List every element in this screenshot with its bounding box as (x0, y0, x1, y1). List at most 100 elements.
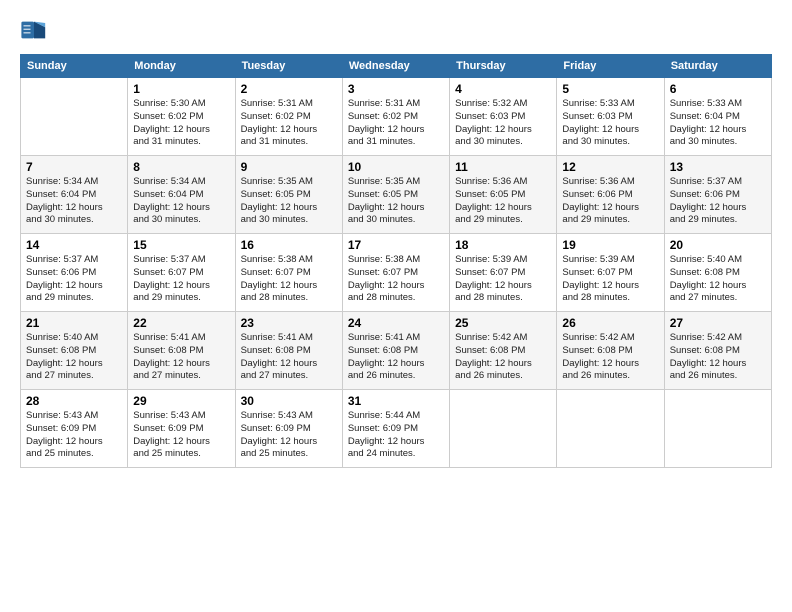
day-number: 2 (241, 82, 337, 96)
calendar-cell: 25Sunrise: 5:42 AM Sunset: 6:08 PM Dayli… (450, 312, 557, 390)
day-info: Sunrise: 5:43 AM Sunset: 6:09 PM Dayligh… (241, 410, 337, 461)
day-info: Sunrise: 5:41 AM Sunset: 6:08 PM Dayligh… (348, 332, 444, 383)
calendar-cell: 11 Sunrise: 5:36 AM Sunset: 6:05 PM Dayli… (450, 156, 557, 234)
calendar-cell: 3 Sunrise: 5:31 AM Sunset: 6:02 PM Daylig… (342, 78, 449, 156)
calendar-cell: 23 Sunrise: 5:41 AM Sunset: 6:08 PM Dayli… (235, 312, 342, 390)
calendar-cell (664, 390, 771, 468)
calendar-cell: 31Sunrise: 5:44 AM Sunset: 6:09 PM Dayli… (342, 390, 449, 468)
calendar-cell: 4 Sunrise: 5:32 AM Sunset: 6:03 PM Daylig… (450, 78, 557, 156)
day-info: Sunrise: 5:31 AM Sunset: 6:02 PM Dayligh… (348, 98, 444, 149)
day-number: 18 (455, 238, 551, 252)
day-info: Sunrise: 5:42 AM Sunset: 6:08 PM Dayligh… (670, 332, 766, 383)
col-header-tuesday: Tuesday (235, 55, 342, 78)
col-header-thursday: Thursday (450, 55, 557, 78)
calendar-cell: 9 Sunrise: 5:35 AM Sunset: 6:05 PM Daylig… (235, 156, 342, 234)
calendar-cell (557, 390, 664, 468)
day-number: 16 (241, 238, 337, 252)
day-info: Sunrise: 5:36 AM Sunset: 6:06 PM Dayligh… (562, 176, 658, 227)
day-number: 31 (348, 394, 444, 408)
day-number: 8 (133, 160, 229, 174)
calendar-cell: 12 Sunrise: 5:36 AM Sunset: 6:06 PM Dayli… (557, 156, 664, 234)
day-info: Sunrise: 5:38 AM Sunset: 6:07 PM Dayligh… (241, 254, 337, 305)
calendar-cell: 22 Sunrise: 5:41 AM Sunset: 6:08 PM Dayli… (128, 312, 235, 390)
day-number: 4 (455, 82, 551, 96)
day-info: Sunrise: 5:34 AM Sunset: 6:04 PM Dayligh… (133, 176, 229, 227)
day-info: Sunrise: 5:42 AM Sunset: 6:08 PM Dayligh… (455, 332, 551, 383)
day-info: Sunrise: 5:42 AM Sunset: 6:08 PM Dayligh… (562, 332, 658, 383)
day-info: Sunrise: 5:35 AM Sunset: 6:05 PM Dayligh… (348, 176, 444, 227)
logo (20, 16, 52, 44)
calendar-cell: 30 Sunrise: 5:43 AM Sunset: 6:09 PM Dayli… (235, 390, 342, 468)
calendar-cell: 21 Sunrise: 5:40 AM Sunset: 6:08 PM Dayli… (21, 312, 128, 390)
day-info: Sunrise: 5:33 AM Sunset: 6:03 PM Dayligh… (562, 98, 658, 149)
day-number: 11 (455, 160, 551, 174)
day-info: Sunrise: 5:34 AM Sunset: 6:04 PM Dayligh… (26, 176, 122, 227)
calendar-cell: 26 Sunrise: 5:42 AM Sunset: 6:08 PM Dayli… (557, 312, 664, 390)
col-header-sunday: Sunday (21, 55, 128, 78)
col-header-wednesday: Wednesday (342, 55, 449, 78)
day-number: 5 (562, 82, 658, 96)
day-number: 24 (348, 316, 444, 330)
calendar-cell: 19Sunrise: 5:39 AM Sunset: 6:07 PM Dayli… (557, 234, 664, 312)
day-number: 12 (562, 160, 658, 174)
calendar-cell: 24 Sunrise: 5:41 AM Sunset: 6:08 PM Dayli… (342, 312, 449, 390)
day-number: 7 (26, 160, 122, 174)
day-number: 21 (26, 316, 122, 330)
day-number: 3 (348, 82, 444, 96)
page: SundayMondayTuesdayWednesdayThursdayFrid… (0, 0, 792, 480)
calendar-cell: 20 Sunrise: 5:40 AM Sunset: 6:08 PM Dayli… (664, 234, 771, 312)
col-header-saturday: Saturday (664, 55, 771, 78)
day-info: Sunrise: 5:37 AM Sunset: 6:06 PM Dayligh… (26, 254, 122, 305)
day-number: 13 (670, 160, 766, 174)
day-number: 20 (670, 238, 766, 252)
day-number: 19 (562, 238, 658, 252)
day-number: 26 (562, 316, 658, 330)
day-info: Sunrise: 5:43 AM Sunset: 6:09 PM Dayligh… (133, 410, 229, 461)
day-info: Sunrise: 5:36 AM Sunset: 6:05 PM Dayligh… (455, 176, 551, 227)
day-number: 22 (133, 316, 229, 330)
day-number: 23 (241, 316, 337, 330)
header (20, 16, 772, 44)
calendar-cell: 7 Sunrise: 5:34 AM Sunset: 6:04 PM Daylig… (21, 156, 128, 234)
day-number: 29 (133, 394, 229, 408)
calendar-cell: 29 Sunrise: 5:43 AM Sunset: 6:09 PM Dayli… (128, 390, 235, 468)
logo-icon (20, 16, 48, 44)
day-number: 27 (670, 316, 766, 330)
day-number: 28 (26, 394, 122, 408)
day-info: Sunrise: 5:43 AM Sunset: 6:09 PM Dayligh… (26, 410, 122, 461)
calendar-cell: 6 Sunrise: 5:33 AM Sunset: 6:04 PM Daylig… (664, 78, 771, 156)
day-info: Sunrise: 5:41 AM Sunset: 6:08 PM Dayligh… (133, 332, 229, 383)
day-info: Sunrise: 5:38 AM Sunset: 6:07 PM Dayligh… (348, 254, 444, 305)
day-info: Sunrise: 5:32 AM Sunset: 6:03 PM Dayligh… (455, 98, 551, 149)
calendar-cell (450, 390, 557, 468)
calendar-cell: 8 Sunrise: 5:34 AM Sunset: 6:04 PM Daylig… (128, 156, 235, 234)
day-info: Sunrise: 5:33 AM Sunset: 6:04 PM Dayligh… (670, 98, 766, 149)
calendar-cell: 18Sunrise: 5:39 AM Sunset: 6:07 PM Dayli… (450, 234, 557, 312)
calendar-cell: 10 Sunrise: 5:35 AM Sunset: 6:05 PM Dayli… (342, 156, 449, 234)
calendar-cell: 16 Sunrise: 5:38 AM Sunset: 6:07 PM Dayli… (235, 234, 342, 312)
calendar-cell: 17 Sunrise: 5:38 AM Sunset: 6:07 PM Dayli… (342, 234, 449, 312)
calendar-cell: 1 Sunrise: 5:30 AM Sunset: 6:02 PM Daylig… (128, 78, 235, 156)
calendar-cell: 14 Sunrise: 5:37 AM Sunset: 6:06 PM Dayli… (21, 234, 128, 312)
day-number: 17 (348, 238, 444, 252)
day-info: Sunrise: 5:37 AM Sunset: 6:07 PM Dayligh… (133, 254, 229, 305)
day-info: Sunrise: 5:31 AM Sunset: 6:02 PM Dayligh… (241, 98, 337, 149)
day-info: Sunrise: 5:41 AM Sunset: 6:08 PM Dayligh… (241, 332, 337, 383)
day-number: 6 (670, 82, 766, 96)
col-header-friday: Friday (557, 55, 664, 78)
day-info: Sunrise: 5:40 AM Sunset: 6:08 PM Dayligh… (670, 254, 766, 305)
calendar-cell: 28 Sunrise: 5:43 AM Sunset: 6:09 PM Dayli… (21, 390, 128, 468)
day-info: Sunrise: 5:35 AM Sunset: 6:05 PM Dayligh… (241, 176, 337, 227)
calendar-cell: 5 Sunrise: 5:33 AM Sunset: 6:03 PM Daylig… (557, 78, 664, 156)
day-info: Sunrise: 5:40 AM Sunset: 6:08 PM Dayligh… (26, 332, 122, 383)
calendar-cell (21, 78, 128, 156)
calendar-cell: 27 Sunrise: 5:42 AM Sunset: 6:08 PM Dayli… (664, 312, 771, 390)
day-number: 30 (241, 394, 337, 408)
calendar-cell: 2 Sunrise: 5:31 AM Sunset: 6:02 PM Daylig… (235, 78, 342, 156)
calendar-cell: 15Sunrise: 5:37 AM Sunset: 6:07 PM Dayli… (128, 234, 235, 312)
day-number: 10 (348, 160, 444, 174)
day-number: 14 (26, 238, 122, 252)
day-number: 1 (133, 82, 229, 96)
day-info: Sunrise: 5:30 AM Sunset: 6:02 PM Dayligh… (133, 98, 229, 149)
day-number: 9 (241, 160, 337, 174)
